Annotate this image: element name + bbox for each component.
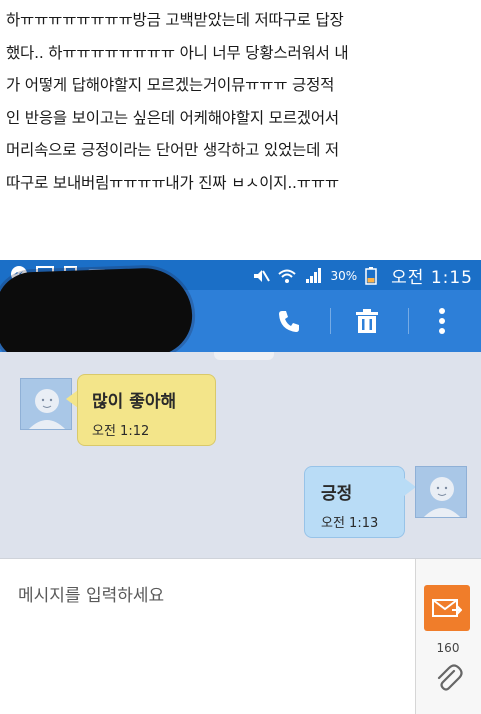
message-list[interactable]: 많이 좋아해 오전 1:12 긍정 오전 1:13 xyxy=(0,352,481,552)
my-avatar[interactable] xyxy=(415,466,467,518)
message-text: 많이 좋아해 xyxy=(92,392,177,412)
phone-icon[interactable] xyxy=(272,304,306,338)
received-message-bubble[interactable]: 많이 좋아해 오전 1:12 xyxy=(77,374,216,446)
caption-text: 하ㅠㅠㅠㅠㅠㅠㅠㅠ방금 고백받았는데 저따구로 답장 했다.. 하ㅠㅠㅠㅠㅠㅠㅠ… xyxy=(6,4,476,199)
contact-avatar[interactable] xyxy=(20,378,72,430)
caption-line: 인 반응을 보이고는 싶은데 어케해야할지 모르겠어서 xyxy=(6,108,339,127)
message-time: 오전 1:13 xyxy=(321,516,379,531)
overflow-menu-icon[interactable] xyxy=(425,304,459,338)
sent-message-bubble[interactable]: 긍정 오전 1:13 xyxy=(304,466,405,538)
message-text: 긍정 xyxy=(321,484,353,504)
previous-bubble-edge xyxy=(214,352,274,360)
phone-screenshot: 30% 오전 1:15 많이 좋아해 오전 1:12 긍정 오전 1:13 메시… xyxy=(0,260,481,714)
status-clock: 오전 1:15 xyxy=(391,268,473,288)
caption-line: 머리속으로 긍정이라는 단어만 생각하고 있었는데 저 xyxy=(6,141,339,159)
attach-icon[interactable] xyxy=(432,663,464,695)
battery-icon xyxy=(365,266,383,285)
envelope-send-icon xyxy=(432,599,462,617)
signal-icon xyxy=(304,267,322,285)
trash-icon[interactable] xyxy=(350,304,384,338)
redacted-contact-name xyxy=(0,266,194,362)
caption-line: 따구로 보내버림ㅠㅠㅠㅠ내가 진짜 ㅂㅅ이지..ㅠㅠㅠ xyxy=(6,173,339,192)
mute-icon xyxy=(252,267,271,285)
caption-line: 가 어떻게 답해야할지 모르겠는거이뮤ㅠㅠㅠ 긍정적 xyxy=(6,76,335,94)
caption-line: 했다.. 하ㅠㅠㅠㅠㅠㅠㅠㅠ 아니 너무 당황스러워서 내 xyxy=(6,43,349,62)
wifi-icon xyxy=(278,267,297,285)
composer: 메시지를 입력하세요 160 xyxy=(0,558,481,714)
send-button[interactable] xyxy=(424,585,470,631)
message-time: 오전 1:12 xyxy=(92,424,150,439)
message-input-placeholder: 메시지를 입력하세요 xyxy=(18,586,165,606)
message-input[interactable]: 메시지를 입력하세요 xyxy=(0,559,416,714)
caption-line: 하ㅠㅠㅠㅠㅠㅠㅠㅠ방금 고백받았는데 저따구로 답장 xyxy=(6,11,344,29)
battery-percent: 30% xyxy=(330,268,358,283)
character-count: 160 xyxy=(436,641,460,655)
